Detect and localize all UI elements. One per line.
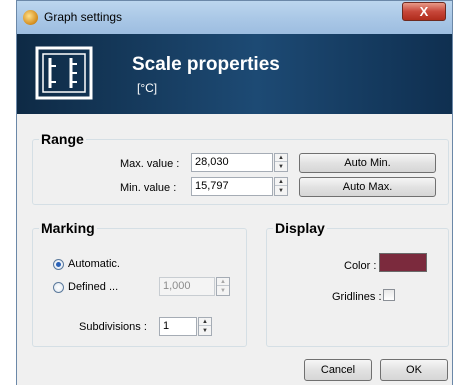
- spin-down-icon[interactable]: ▼: [275, 163, 287, 171]
- color-label: Color :: [344, 260, 377, 272]
- min-value-label: Min. value :: [120, 182, 177, 194]
- banner-title: Scale properties: [132, 54, 280, 75]
- defined-label[interactable]: Defined ...: [68, 281, 118, 293]
- spin-up-icon[interactable]: ▲: [275, 178, 287, 186]
- subdivisions-input[interactable]: 1: [159, 317, 197, 336]
- window-title: Graph settings: [44, 10, 123, 24]
- spin-up-icon[interactable]: ▲: [217, 278, 229, 286]
- subdivisions-spinner[interactable]: ▲ ▼: [198, 317, 212, 336]
- banner-subtitle: [°C]: [137, 81, 158, 95]
- automatic-label[interactable]: Automatic.: [68, 258, 120, 270]
- subdivisions-label: Subdivisions :: [79, 321, 147, 333]
- cancel-button[interactable]: Cancel: [304, 359, 372, 381]
- gridlines-checkbox[interactable]: [383, 289, 395, 301]
- close-button[interactable]: X: [402, 2, 446, 21]
- spin-up-icon[interactable]: ▲: [275, 154, 287, 162]
- spin-up-icon[interactable]: ▲: [199, 318, 211, 326]
- graph-app-icon: [23, 10, 38, 25]
- max-value-input[interactable]: 28,030: [191, 153, 273, 172]
- spin-down-icon[interactable]: ▼: [199, 327, 211, 335]
- spin-down-icon[interactable]: ▼: [217, 287, 229, 295]
- automatic-radio[interactable]: [53, 259, 64, 270]
- color-swatch[interactable]: [379, 253, 427, 272]
- scale-icon: [35, 46, 93, 100]
- display-group-title: Display: [273, 220, 327, 236]
- max-value-spinner[interactable]: ▲ ▼: [274, 153, 288, 172]
- defined-value-input[interactable]: 1,000: [159, 277, 215, 296]
- min-value-spinner[interactable]: ▲ ▼: [274, 177, 288, 196]
- auto-min-button[interactable]: Auto Min.: [299, 153, 436, 173]
- max-value-label: Max. value :: [120, 158, 180, 170]
- min-value-input[interactable]: 15,797: [191, 177, 273, 196]
- display-group: Display: [266, 220, 449, 347]
- graph-settings-dialog: Graph settings X Scale properties [°C] R…: [16, 0, 453, 385]
- defined-radio[interactable]: [53, 282, 64, 293]
- defined-value-spinner[interactable]: ▲ ▼: [216, 277, 230, 296]
- auto-max-button[interactable]: Auto Max.: [299, 177, 436, 197]
- title-bar[interactable]: Graph settings X: [17, 1, 452, 34]
- spin-down-icon[interactable]: ▼: [275, 187, 287, 195]
- marking-group-title: Marking: [39, 220, 97, 236]
- header-banner: Scale properties [°C]: [17, 34, 452, 114]
- range-group-title: Range: [39, 131, 86, 147]
- gridlines-label: Gridlines :: [332, 291, 382, 303]
- ok-button[interactable]: OK: [380, 359, 448, 381]
